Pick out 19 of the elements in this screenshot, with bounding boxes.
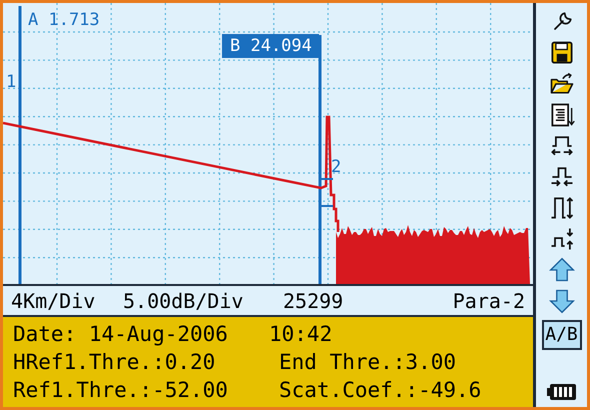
vertical-scale: 5.00dB/Div bbox=[123, 288, 244, 312]
info-text: Scat.Coef.:-49.6 bbox=[279, 377, 482, 404]
event-number: 1 bbox=[6, 71, 16, 94]
arrow-up-icon[interactable] bbox=[548, 256, 576, 284]
info-text: HRef1.Thre.:0.20 bbox=[13, 350, 216, 374]
parameter-set: Para-2 bbox=[452, 288, 525, 314]
readout: 25299 bbox=[283, 288, 344, 314]
info-text: End Thre.:3.00 bbox=[279, 349, 456, 376]
event-number: 2 bbox=[331, 156, 342, 179]
cursor-label: A 1.713 bbox=[28, 9, 100, 32]
event-marker bbox=[321, 178, 333, 207]
info-text: Ref1.Thre.:-52.00 bbox=[13, 378, 228, 402]
info-text: 10:42 bbox=[269, 321, 332, 348]
horizontal-scale: 4Km/Div bbox=[11, 288, 96, 312]
info-text: Date: 14-Aug-2006 bbox=[13, 322, 228, 346]
battery-icon bbox=[546, 383, 576, 401]
ab-toggle-button[interactable]: A/B bbox=[542, 320, 582, 350]
cursor-label: B 24.094 bbox=[222, 34, 319, 58]
arrow-down-icon[interactable] bbox=[548, 287, 576, 315]
